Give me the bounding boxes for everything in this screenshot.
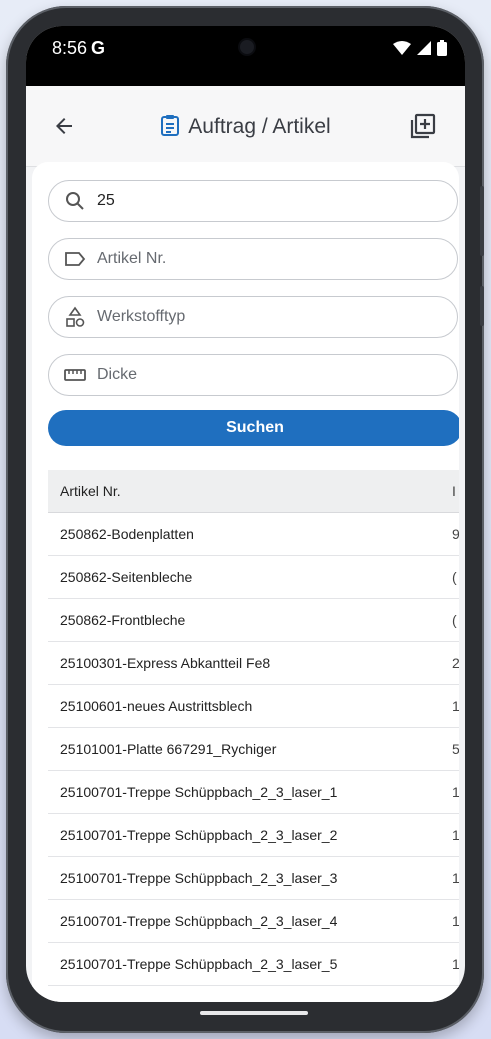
row-article-nr: 25100701-Treppe Schüppbach_2_3_laser_2 <box>60 827 338 843</box>
row-article-nr: 25101001-Platte 667291_Rychiger <box>60 741 277 757</box>
row-col2: 1 <box>452 870 459 886</box>
google-icon: G <box>91 38 106 58</box>
row-article-nr: 25100701-Treppe Schüppbach_2_3_laser_5 <box>60 956 338 972</box>
row-article-nr: 250862-Frontbleche <box>60 612 186 628</box>
header-article-nr: Artikel Nr. <box>60 483 121 499</box>
table-row[interactable]: 25100701-Treppe Schüppbach_2_3_laser_6 1 <box>48 986 459 1002</box>
ruler-icon <box>63 363 87 387</box>
row-col2: 1 <box>452 956 459 972</box>
row-col2: 1 <box>452 913 459 929</box>
table-row[interactable]: 250862-Frontbleche ( <box>48 599 459 642</box>
table-row[interactable]: 25100301-Express Abkantteil Fe8 2 <box>48 642 459 685</box>
table-row[interactable]: 25100701-Treppe Schüppbach_2_3_laser_1 1 <box>48 771 459 814</box>
row-col2: 5 <box>452 741 459 757</box>
clock: 8:56 <box>52 38 88 58</box>
thickness-input[interactable] <box>97 366 427 384</box>
app-bar: Auftrag / Artikel <box>26 86 465 167</box>
table-row[interactable]: 25100701-Treppe Schüppbach_2_3_laser_4 1 <box>48 900 459 943</box>
clipboard-icon <box>160 114 180 142</box>
article-field[interactable] <box>48 238 458 280</box>
row-col2: ( <box>452 569 457 585</box>
row-article-nr: 25100301-Express Abkantteil Fe8 <box>60 655 271 671</box>
row-article-nr: 25100701-Treppe Schüppbach_2_3_laser_1 <box>60 784 338 800</box>
screen: 8:56 G Auftrag / Artikel 25 Artikel Nr. … <box>26 26 465 1002</box>
row-article-nr: 25100701-Treppe Schüppbach_2_3_laser_4 <box>60 913 338 929</box>
label-icon <box>63 247 87 271</box>
title-text: Auftrag / Artikel <box>188 115 331 138</box>
status-bar: 8:56 G <box>26 26 465 86</box>
thickness-field[interactable] <box>48 354 458 396</box>
battery-icon <box>437 40 447 56</box>
table-row[interactable]: 25100701-Treppe Schüppbach_2_3_laser_3 1 <box>48 857 459 900</box>
row-col2: 1 <box>452 827 459 843</box>
signal-icon <box>417 41 431 55</box>
row-col2: ( <box>452 612 457 628</box>
front-camera <box>240 40 254 54</box>
table-row[interactable]: 250862-Seitenbleche ( <box>48 556 459 599</box>
article-input[interactable] <box>97 250 427 268</box>
header-col2: I <box>452 483 456 499</box>
page-title: Auftrag / Artikel <box>26 114 465 142</box>
power-button <box>480 286 484 326</box>
row-col2: 2 <box>452 655 459 671</box>
volume-button <box>480 186 484 256</box>
search-icon <box>63 189 87 213</box>
row-article-nr: 250862-Seitenbleche <box>60 569 193 585</box>
table-row[interactable]: 25100601-neues Austrittsblech 1 <box>48 685 459 728</box>
category-icon <box>63 305 87 329</box>
table-row[interactable]: 25100701-Treppe Schüppbach_2_3_laser_2 1 <box>48 814 459 857</box>
row-article-nr: 25100701-Treppe Schüppbach_2_3_laser_6 <box>48 999 337 1002</box>
search-input[interactable] <box>97 192 427 210</box>
material-field[interactable] <box>48 296 458 338</box>
article-table: Artikel Nr. I 250862-Bodenplatten 9 250862… <box>48 470 459 1002</box>
table-row[interactable]: 250862-Bodenplatten 9 <box>48 513 459 556</box>
status-time: 8:56 G <box>52 38 105 59</box>
row-article-nr: 25100601-neues Austrittsblech <box>60 698 253 714</box>
row-col2: 9 <box>452 526 459 542</box>
table-row[interactable]: 25101001-Platte 667291_Rychiger 5 <box>48 728 459 771</box>
table-row[interactable]: 25100701-Treppe Schüppbach_2_3_laser_5 1 <box>48 943 459 986</box>
search-field[interactable] <box>48 180 458 222</box>
add-box-icon <box>410 113 436 139</box>
home-indicator[interactable] <box>200 1011 308 1015</box>
add-button[interactable] <box>403 106 443 146</box>
content-card: Suchen Artikel Nr. I 250862-Bodenplatten… <box>32 162 459 1002</box>
search-button[interactable]: Suchen <box>48 410 459 446</box>
material-input[interactable] <box>97 308 427 326</box>
wifi-icon <box>393 41 411 55</box>
table-header: Artikel Nr. I <box>48 470 459 513</box>
row-col2: 1 <box>452 698 459 714</box>
row-article-nr: 25100701-Treppe Schüppbach_2_3_laser_3 <box>60 870 338 886</box>
row-article-nr: 250862-Bodenplatten <box>60 526 194 542</box>
row-col2: 1 <box>452 784 459 800</box>
row-col2: 1 <box>452 999 459 1002</box>
